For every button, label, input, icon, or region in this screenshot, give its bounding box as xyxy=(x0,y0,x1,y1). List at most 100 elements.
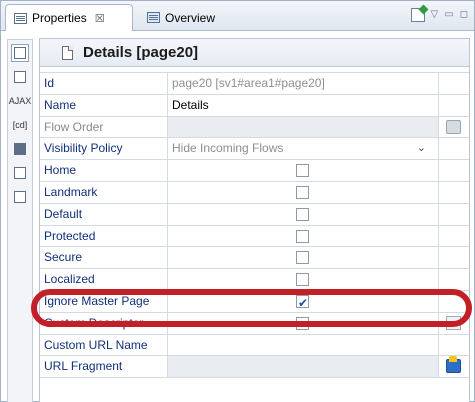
properties-view: Properties ☒ Overview ▽ ▭ ◻ AJAX [cd] De… xyxy=(0,0,475,402)
property-label: Localized xyxy=(40,269,168,290)
row-action xyxy=(439,269,469,290)
property-row-flow-order: Flow Order xyxy=(40,116,469,139)
row-action xyxy=(439,73,469,94)
code-icon: [cd] xyxy=(12,120,28,130)
flow-order-field xyxy=(168,116,439,138)
category-display-button[interactable] xyxy=(11,140,29,158)
tab-overview-label: Overview xyxy=(165,10,216,25)
row-action xyxy=(439,226,469,247)
property-label: Protected xyxy=(40,225,168,247)
property-label: Name xyxy=(40,94,168,116)
row-action xyxy=(439,247,469,268)
property-label: Id xyxy=(40,73,168,94)
default-checkbox[interactable] xyxy=(296,207,309,221)
category-code-button[interactable]: [cd] xyxy=(11,116,29,134)
property-row-protected: Protected xyxy=(40,225,469,248)
view-toolbar: ▽ ▭ ◻ xyxy=(410,8,468,22)
property-row-localized: Localized xyxy=(40,269,469,291)
visibility-policy-value: Hide Incoming Flows xyxy=(172,141,284,156)
row-action xyxy=(439,138,469,159)
row-action xyxy=(439,160,469,181)
property-table: Id page20 [sv1#area1#page20] Name Detail… xyxy=(40,72,469,379)
properties-icon xyxy=(14,12,27,24)
minimize-icon[interactable]: ▭ xyxy=(444,8,453,22)
row-action xyxy=(439,182,469,203)
custom-descriptor-checkbox[interactable] xyxy=(296,316,309,330)
home-value xyxy=(168,160,439,181)
link-icon xyxy=(14,191,26,203)
close-icon[interactable]: ☒ xyxy=(95,12,105,25)
name-field[interactable]: Details xyxy=(168,94,439,116)
property-label: Visibility Policy xyxy=(40,138,168,160)
url-fragment-edit-icon[interactable] xyxy=(446,356,461,374)
protected-checkbox[interactable] xyxy=(296,229,309,243)
panel-header: Details [page20] xyxy=(40,39,469,67)
landmark-value xyxy=(168,181,439,203)
tab-overview[interactable]: Overview xyxy=(139,4,239,31)
custom-descriptor-value xyxy=(168,312,439,334)
property-label: Custom Descriptor xyxy=(40,312,168,334)
page-title: Details [page20] xyxy=(83,44,199,61)
property-label: Flow Order xyxy=(40,116,168,138)
property-label: Default xyxy=(40,203,168,225)
default-value xyxy=(168,203,439,225)
landmark-checkbox[interactable] xyxy=(296,185,309,199)
property-label: Ignore Master Page xyxy=(40,290,168,312)
category-ajax-button[interactable]: AJAX xyxy=(8,92,32,110)
category-comment-button[interactable] xyxy=(11,164,29,182)
monitor-icon xyxy=(14,143,26,155)
row-action xyxy=(439,291,469,312)
view-tab-bar: Properties ☒ Overview ▽ ▭ ◻ xyxy=(1,1,474,31)
ajax-icon: AJAX xyxy=(8,96,32,106)
custom-url-name-field[interactable] xyxy=(168,334,439,356)
home-checkbox[interactable] xyxy=(296,164,309,178)
property-row-custom-url-name: Custom URL Name xyxy=(40,334,469,357)
ignore-master-page-checkbox[interactable] xyxy=(296,293,309,314)
tab-properties-label: Properties xyxy=(32,11,87,25)
category-toolbar: AJAX [cd] xyxy=(7,39,33,402)
property-row-home: Home xyxy=(40,160,469,182)
row-action xyxy=(439,117,469,138)
row-action xyxy=(439,335,469,356)
chevron-down-icon[interactable]: ⌄ xyxy=(417,138,426,159)
property-label: Custom URL Name xyxy=(40,334,168,356)
view-menu-icon[interactable]: ▽ xyxy=(431,8,439,22)
property-row-url-fragment: URL Fragment xyxy=(40,356,469,379)
property-row-custom-descriptor: Custom Descriptor xyxy=(40,312,469,335)
property-row-default: Default xyxy=(40,203,469,226)
pin-editor-icon[interactable] xyxy=(410,8,425,22)
flow-order-edit-icon[interactable] xyxy=(446,119,461,134)
property-label: URL Fragment xyxy=(40,356,168,378)
category-general-button[interactable] xyxy=(11,44,29,62)
secure-checkbox[interactable] xyxy=(296,251,309,265)
row-action xyxy=(439,313,469,334)
protected-value xyxy=(168,225,439,247)
edit-descriptor-icon[interactable] xyxy=(446,315,461,330)
property-label: Home xyxy=(40,160,168,181)
secure-value xyxy=(168,247,439,269)
tab-properties[interactable]: Properties ☒ xyxy=(5,4,133,31)
localized-checkbox[interactable] xyxy=(296,273,309,287)
property-row-landmark: Landmark xyxy=(40,181,469,204)
property-label: Landmark xyxy=(40,181,168,203)
property-row-name: Name Details xyxy=(40,94,469,117)
category-page-button[interactable] xyxy=(11,68,29,86)
page-icon xyxy=(62,45,73,60)
property-row-secure: Secure xyxy=(40,247,469,270)
url-fragment-field xyxy=(168,356,439,378)
comment-icon xyxy=(14,167,26,179)
property-row-id: Id page20 [sv1#area1#page20] xyxy=(40,73,469,95)
localized-value xyxy=(168,269,439,290)
row-action xyxy=(439,204,469,225)
visibility-policy-select[interactable]: Hide Incoming Flows ⌄ xyxy=(168,138,439,160)
overview-icon xyxy=(147,12,160,23)
category-link-button[interactable] xyxy=(11,188,29,206)
ignore-master-page-value xyxy=(168,290,439,314)
maximize-icon[interactable]: ◻ xyxy=(460,8,468,22)
properties-panel: Details [page20] Id page20 [sv1#area1#pa… xyxy=(39,38,470,402)
property-label: Secure xyxy=(40,247,168,269)
table-icon xyxy=(14,47,26,59)
row-action xyxy=(439,356,469,377)
id-value: page20 [sv1#area1#page20] xyxy=(168,73,439,94)
row-action xyxy=(439,95,469,116)
